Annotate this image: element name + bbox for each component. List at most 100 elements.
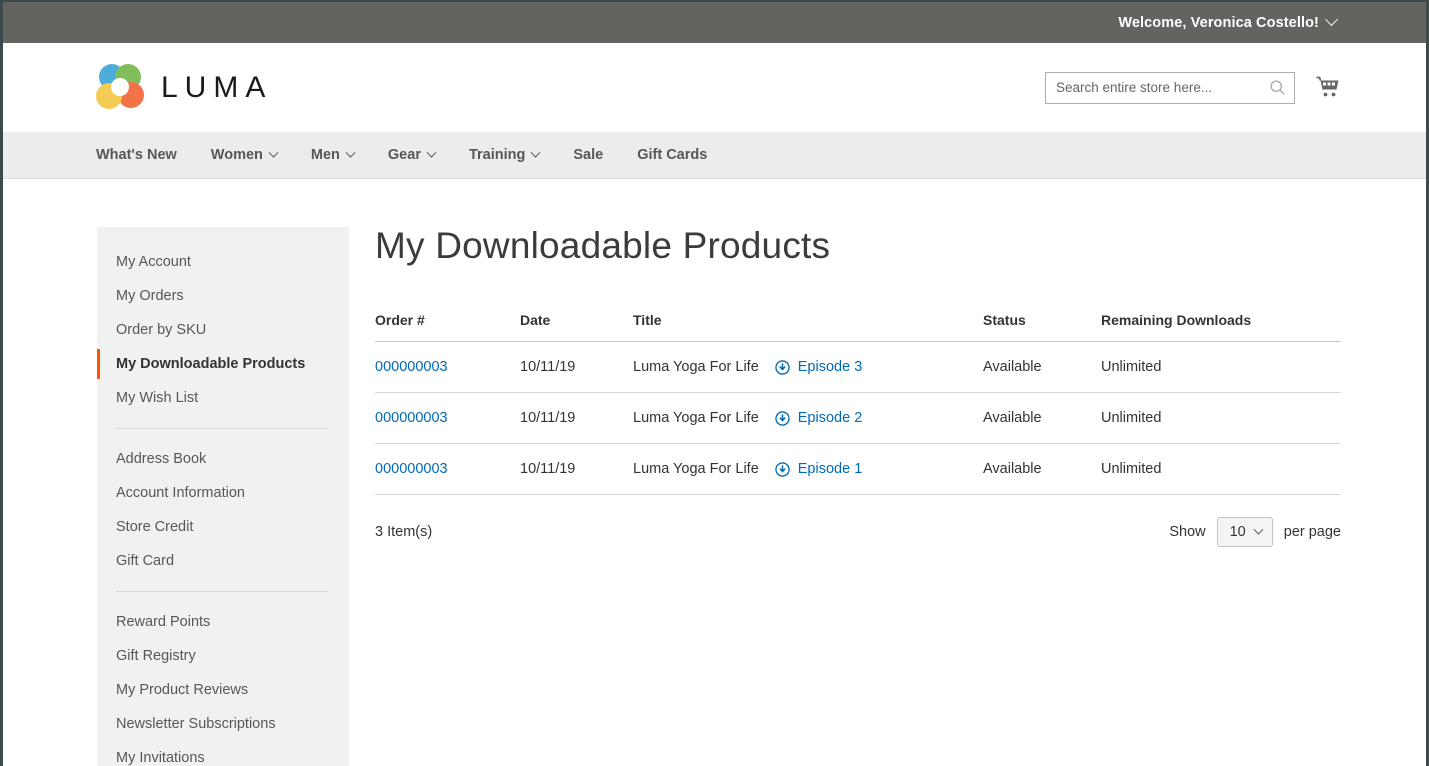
per-page-label: per page: [1284, 524, 1341, 540]
cell-date: 10/11/19: [520, 342, 633, 393]
cell-date: 10/11/19: [520, 444, 633, 495]
nav-item-training[interactable]: Training: [469, 147, 539, 163]
cell-order: 000000003: [375, 393, 520, 444]
chevron-down-icon: [1325, 13, 1338, 26]
table-row: 000000003 10/11/19 Luma Yoga For Life: [375, 444, 1341, 495]
customer-welcome-menu[interactable]: Welcome, Veronica Costello!: [1118, 15, 1336, 31]
cell-remaining: Unlimited: [1101, 444, 1341, 495]
sidebar-item-label: Account Information: [116, 485, 245, 501]
cell-remaining: Unlimited: [1101, 342, 1341, 393]
logo[interactable]: LUMA: [95, 62, 272, 114]
account-sidebar: My Account My Orders Order by SKU My Dow…: [97, 227, 349, 766]
nav-item-women[interactable]: Women: [211, 147, 277, 163]
sidebar-item-my-account[interactable]: My Account: [97, 245, 349, 279]
sidebar-divider: [116, 428, 328, 429]
sidebar-item-label: Order by SKU: [116, 322, 206, 338]
cell-title: Luma Yoga For Life Episode 2: [633, 393, 983, 444]
cell-status: Available: [983, 342, 1101, 393]
page-body: My Account My Orders Order by SKU My Dow…: [3, 179, 1426, 766]
nav-item-whats-new[interactable]: What's New: [96, 147, 177, 163]
download-label: Episode 1: [798, 461, 863, 477]
nav-item-men[interactable]: Men: [311, 147, 354, 163]
sidebar-item-label: Store Credit: [116, 519, 193, 535]
nav-item-gear[interactable]: Gear: [388, 147, 435, 163]
search-input[interactable]: [1056, 80, 1269, 95]
nav-item-label: Women: [211, 147, 263, 163]
column-header-remaining: Remaining Downloads: [1101, 312, 1341, 342]
sidebar-item-reward-points[interactable]: Reward Points: [97, 605, 349, 639]
product-title: Luma Yoga For Life: [633, 410, 759, 426]
download-link[interactable]: Episode 2: [775, 410, 863, 426]
search-box[interactable]: [1045, 72, 1295, 104]
cell-order: 000000003: [375, 342, 520, 393]
nav-item-sale[interactable]: Sale: [573, 147, 603, 163]
sidebar-item-label: Reward Points: [116, 614, 210, 630]
sidebar-item-label: My Downloadable Products: [116, 356, 305, 372]
order-link[interactable]: 000000003: [375, 410, 448, 426]
column-header-title: Title: [633, 312, 983, 342]
nav-item-label: What's New: [96, 147, 177, 163]
sidebar-item-my-downloadable-products[interactable]: My Downloadable Products: [97, 347, 349, 381]
sidebar-item-label: My Account: [116, 254, 191, 270]
logo-text: LUMA: [161, 71, 272, 105]
chevron-down-icon: [345, 147, 355, 157]
column-header-status: Status: [983, 312, 1101, 342]
sidebar-item-label: Address Book: [116, 451, 206, 467]
product-title: Luma Yoga For Life: [633, 461, 759, 477]
sidebar-item-my-invitations[interactable]: My Invitations: [97, 741, 349, 766]
sidebar-item-account-information[interactable]: Account Information: [97, 476, 349, 510]
nav-item-gift-cards[interactable]: Gift Cards: [637, 147, 707, 163]
cell-date: 10/11/19: [520, 393, 633, 444]
chevron-down-icon: [427, 147, 437, 157]
cell-title: Luma Yoga For Life Episode 1: [633, 444, 983, 495]
table-row: 000000003 10/11/19 Luma Yoga For Life: [375, 342, 1341, 393]
sidebar-item-gift-registry[interactable]: Gift Registry: [97, 639, 349, 673]
sidebar-item-order-by-sku[interactable]: Order by SKU: [97, 313, 349, 347]
welcome-message: Welcome, Veronica Costello!: [1118, 15, 1319, 31]
download-label: Episode 2: [798, 410, 863, 426]
cell-status: Available: [983, 444, 1101, 495]
sidebar-item-label: Newsletter Subscriptions: [116, 716, 276, 732]
main-navigation: What's New Women Men Gear Training Sale …: [3, 132, 1426, 179]
table-toolbar: 3 Item(s) Show 10 per page: [375, 517, 1341, 547]
nav-item-label: Gear: [388, 147, 421, 163]
site-header: LUMA: [3, 43, 1426, 132]
page-title: My Downloadable Products: [375, 227, 1341, 264]
main-content: My Downloadable Products Order # Date Ti…: [349, 227, 1426, 766]
order-link[interactable]: 000000003: [375, 461, 448, 477]
sidebar-item-newsletter-subscriptions[interactable]: Newsletter Subscriptions: [97, 707, 349, 741]
sidebar-item-store-credit[interactable]: Store Credit: [97, 510, 349, 544]
page-limiter: Show 10 per page: [1169, 517, 1341, 547]
download-circle-icon: [775, 411, 790, 426]
sidebar-item-gift-card[interactable]: Gift Card: [97, 544, 349, 578]
download-link[interactable]: Episode 3: [775, 359, 863, 375]
sidebar-item-label: Gift Registry: [116, 648, 196, 664]
nav-item-label: Gift Cards: [637, 147, 707, 163]
order-link[interactable]: 000000003: [375, 359, 448, 375]
sidebar-item-my-wish-list[interactable]: My Wish List: [97, 381, 349, 415]
table-header-row: Order # Date Title Status Remaining Down…: [375, 312, 1341, 342]
download-label: Episode 3: [798, 359, 863, 375]
sidebar-item-label: My Orders: [116, 288, 184, 304]
nav-item-label: Training: [469, 147, 525, 163]
cell-remaining: Unlimited: [1101, 393, 1341, 444]
chevron-down-icon: [268, 147, 278, 157]
per-page-select[interactable]: 10: [1217, 517, 1273, 547]
sidebar-item-my-product-reviews[interactable]: My Product Reviews: [97, 673, 349, 707]
sidebar-item-my-orders[interactable]: My Orders: [97, 279, 349, 313]
header-actions: [1045, 72, 1341, 104]
luma-logo-icon: [95, 62, 145, 114]
search-icon[interactable]: [1269, 79, 1286, 96]
browser-viewport: Welcome, Veronica Costello! LUMA: [0, 0, 1429, 766]
cell-order: 000000003: [375, 444, 520, 495]
sidebar-item-address-book[interactable]: Address Book: [97, 442, 349, 476]
sidebar-divider: [116, 591, 328, 592]
item-count: 3 Item(s): [375, 524, 432, 540]
downloadable-products-table: Order # Date Title Status Remaining Down…: [375, 312, 1341, 495]
shopping-cart-icon[interactable]: [1315, 75, 1341, 101]
panel-bar: Welcome, Veronica Costello!: [3, 2, 1426, 43]
column-header-date: Date: [520, 312, 633, 342]
download-link[interactable]: Episode 1: [775, 461, 863, 477]
sidebar-item-label: My Invitations: [116, 750, 205, 766]
nav-item-label: Sale: [573, 147, 603, 163]
